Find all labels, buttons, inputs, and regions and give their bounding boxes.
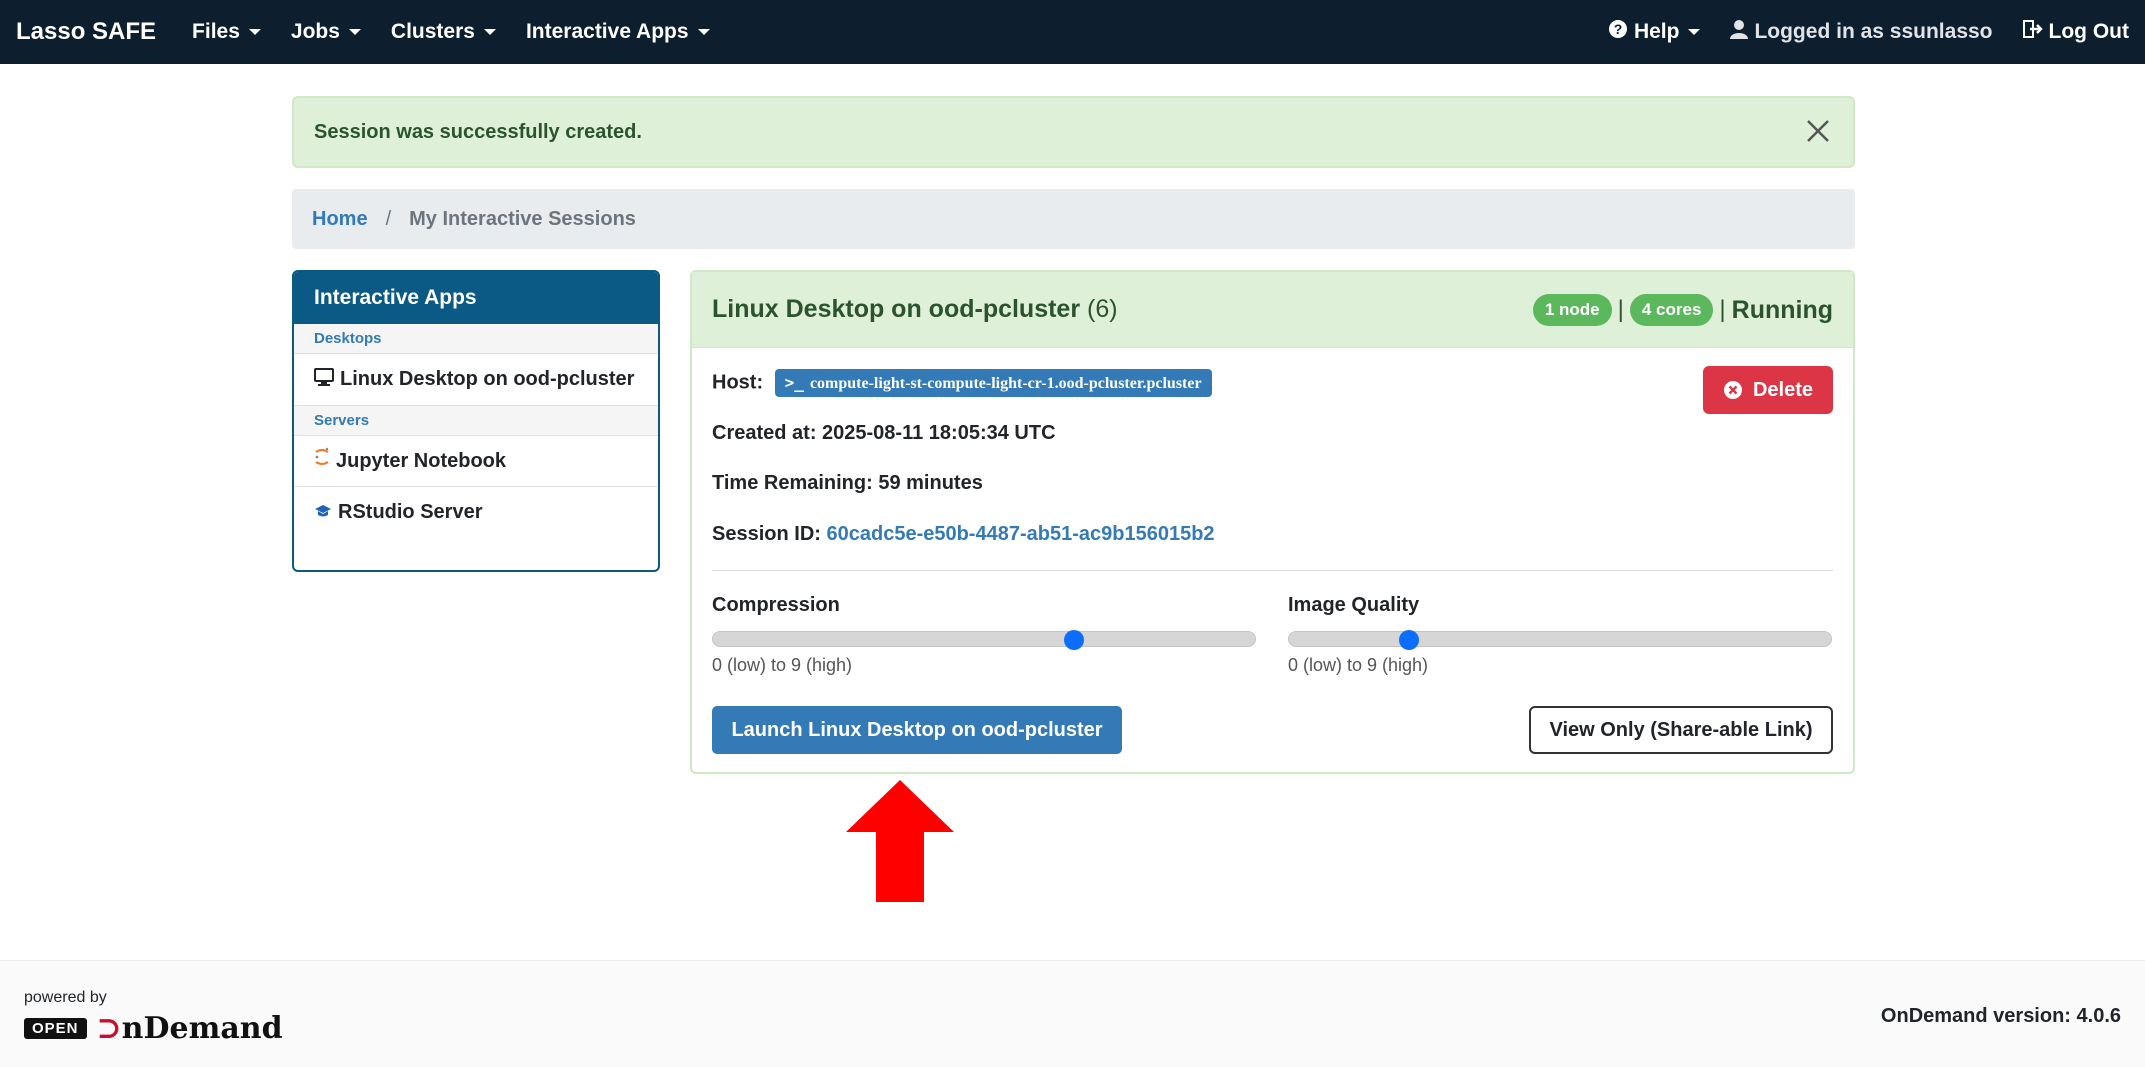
status-separator: | [1719,296,1726,323]
chevron-down-icon [348,29,361,35]
menu-jobs-label: Jobs [290,20,340,43]
ondemand-logo[interactable]: OPEN ⊃nDemand [24,1011,283,1046]
chevron-down-icon [483,29,496,35]
user-icon [1730,19,1749,45]
compression-slider[interactable] [712,630,1256,650]
image-quality-range-hint: 0 (low) to 9 (high) [1288,655,1429,675]
interactive-apps-sidebar: Interactive Apps Desktops Linux Desktop … [292,270,660,572]
footer: powered by OPEN ⊃nDemand OnDemand versio… [0,960,2145,1067]
session-count: (6) [1087,295,1118,323]
menu-interactive-apps-label: Interactive Apps [525,20,689,43]
menu-interactive-apps[interactable]: Interactive Apps [526,20,710,44]
image-quality-control: Image Quality 0 (low) to 9 (high) [1288,594,1832,676]
sidebar-item-rstudio-label: RStudio Server [338,501,483,524]
compression-control: Compression 0 (low) to 9 (high) [712,594,1256,676]
sidebar-item-linux-desktop[interactable]: Linux Desktop on ood-pcluster [294,354,658,406]
breadcrumb: Home / My Interactive Sessions [292,189,1855,249]
session-status-group: 1 node | 4 cores | Running [1532,272,1833,348]
sidebar-category-servers: Servers [294,405,658,436]
sidebar-title: Interactive Apps [294,272,658,324]
alert-message: Session was successfully created. [314,120,642,143]
desktop-icon [314,365,334,395]
ondemand-logo-mark: ⊃ [96,1011,122,1046]
host-label: Host: [712,371,764,394]
sidebar-item-jupyter[interactable]: Jupyter Notebook [294,436,658,488]
times-circle-icon [1723,380,1743,400]
open-logo-text: OPEN [24,1018,87,1039]
session-title: Linux Desktop on ood-pcluster (6) [712,295,1118,324]
session-id-label: Session ID: [712,523,821,545]
compression-range-hint: 0 (low) to 9 (high) [712,655,853,675]
breadcrumb-separator: / [385,207,392,230]
session-id-link[interactable]: 60cadc5e-e50b-4487-ab51-ac9b156015b2 [826,523,1214,545]
navbar-right: ? Help Logged in as ssunlasso Log Out [1578,0,2129,64]
red-arrow-annotation [846,780,954,902]
breadcrumb-home[interactable]: Home [312,208,368,231]
logged-in-user-label: Logged in as ssunlasso [1754,20,1993,43]
nodes-badge: 1 node [1532,294,1612,326]
image-quality-slider[interactable] [1288,630,1832,650]
chevron-down-icon [1688,29,1701,35]
status-separator: | [1617,296,1624,323]
menu-files[interactable]: Files [192,20,261,44]
top-navbar: Lasso SAFE Files Jobs Clusters Interacti… [0,0,2145,64]
delete-button[interactable]: Delete [1703,366,1833,414]
menu-jobs[interactable]: Jobs [291,20,361,44]
image-quality-label: Image Quality [1288,594,1420,616]
compression-label: Compression [712,594,840,616]
breadcrumb-current: My Interactive Sessions [409,207,636,230]
rstudio-icon [314,498,332,528]
time-remaining: Time Remaining: 59 minutes [712,472,983,494]
menu-help-label: Help [1633,20,1680,43]
compression-slider-handle[interactable] [1064,630,1085,650]
cores-badge: 4 cores [1629,294,1714,326]
created-at: Created at: 2025-08-11 18:05:34 UTC [712,422,1056,444]
question-circle-icon: ? [1608,19,1628,45]
session-card-header: Linux Desktop on ood-pcluster (6) 1 node… [692,272,1853,348]
brand-link[interactable]: Lasso SAFE [16,18,156,46]
sidebar-category-desktops: Desktops [294,324,658,354]
session-card: Linux Desktop on ood-pcluster (6) 1 node… [690,270,1855,774]
menu-files-label: Files [192,20,240,43]
menu-clusters-label: Clusters [390,20,475,43]
sign-out-icon [2022,20,2043,44]
status-badge: Running [1731,295,1833,324]
host-row: Host: >_ compute-light-st-compute-light-c… [712,369,1212,397]
divider [712,570,1833,571]
host-value: compute-light-st-compute-light-cr-1.ood-… [809,375,1202,392]
session-id-row: Session ID: 60cadc5e-e50b-4487-ab51-ac9b… [712,523,1215,546]
svg-text:?: ? [1614,21,1623,37]
ondemand-logo-text: ⊃nDemand [97,1011,283,1046]
menu-clusters[interactable]: Clusters [391,20,496,44]
close-icon[interactable] [1803,116,1833,146]
logged-in-user: Logged in as ssunlasso [1730,19,1993,45]
success-alert: Session was successfully created. [292,96,1855,168]
logout-label: Log Out [2048,20,2129,43]
image-quality-slider-handle[interactable] [1399,630,1420,650]
logout-link[interactable]: Log Out [2022,20,2129,44]
powered-by-text: powered by [24,989,107,1006]
sidebar-item-linux-desktop-label: Linux Desktop on ood-pcluster [340,368,635,390]
session-title-text: Linux Desktop on ood-pcluster [712,295,1081,323]
ondemand-version: OnDemand version: 4.0.6 [1880,1005,2121,1027]
jupyter-icon [314,446,330,476]
sidebar-item-jupyter-label: Jupyter Notebook [336,449,507,472]
host-link[interactable]: >_ compute-light-st-compute-light-cr-1.oo… [774,369,1212,397]
view-only-button[interactable]: View Only (Share-able Link) [1529,706,1833,754]
terminal-icon: >_ [784,373,804,392]
launch-desktop-button[interactable]: Launch Linux Desktop on ood-pcluster [712,706,1122,754]
menu-help[interactable]: ? Help [1608,19,1701,45]
ondemand-logo-word: nDemand [121,1011,283,1046]
chevron-down-icon [697,29,710,35]
delete-label: Delete [1752,378,1814,401]
sidebar-item-rstudio[interactable]: RStudio Server [294,487,658,538]
chevron-down-icon [248,29,261,35]
